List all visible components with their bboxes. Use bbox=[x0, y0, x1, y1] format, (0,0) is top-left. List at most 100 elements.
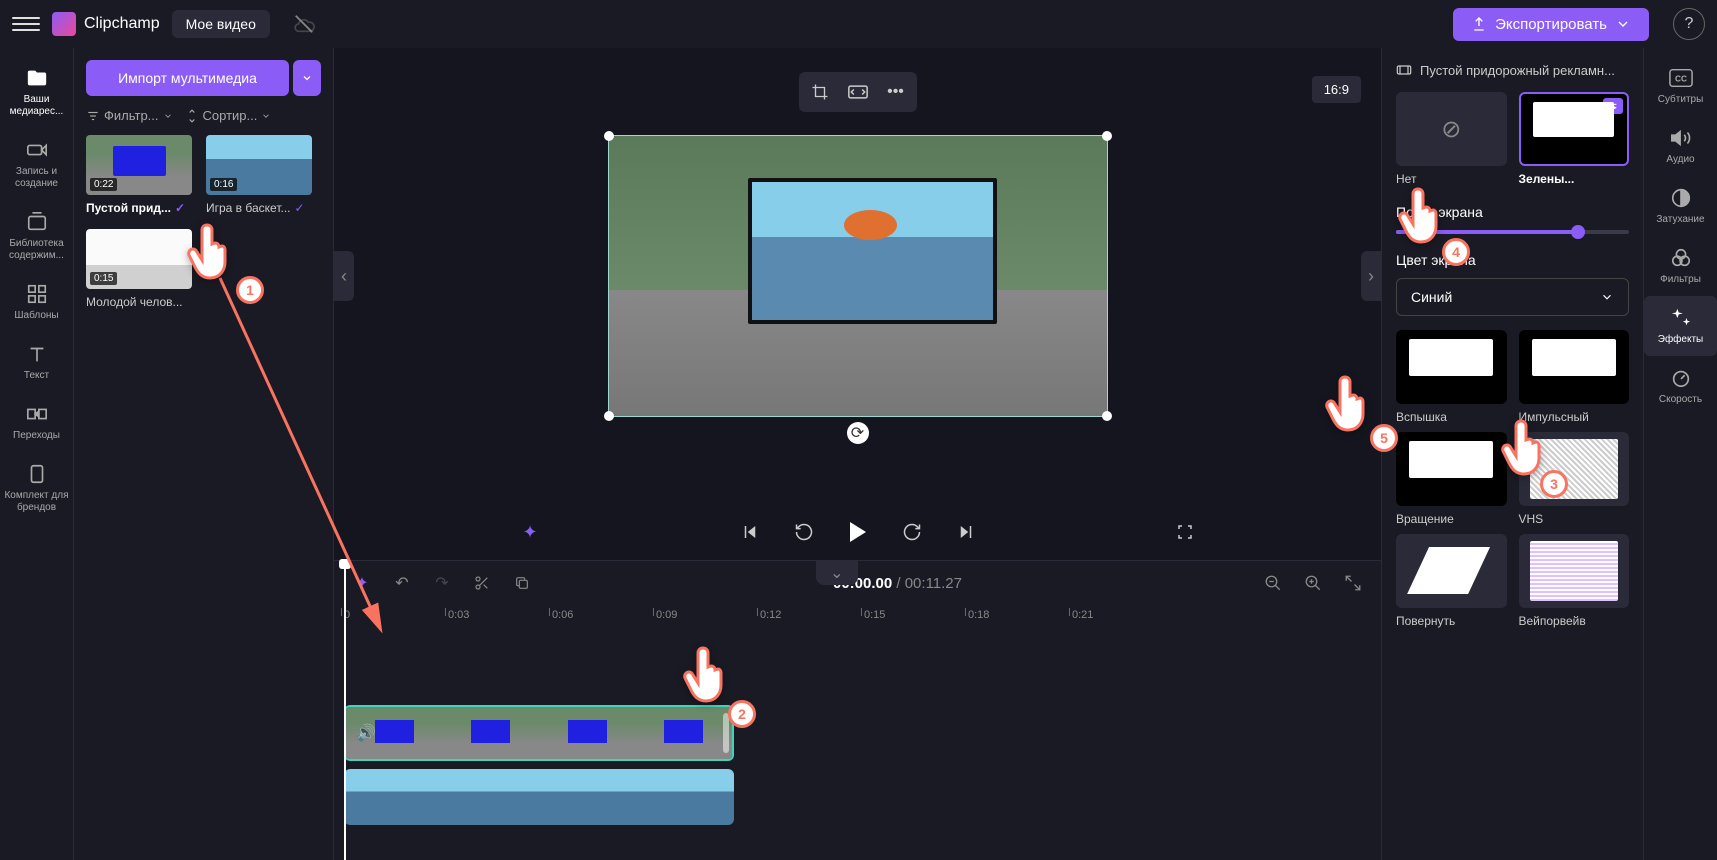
tab-audio[interactable]: Аудио bbox=[1644, 116, 1717, 176]
audio-icon bbox=[1669, 126, 1693, 150]
menu-button[interactable] bbox=[12, 10, 40, 38]
screen-color-label: Цвет экрана bbox=[1396, 252, 1629, 268]
filters-icon bbox=[1669, 246, 1693, 270]
panel-collapse-left[interactable]: ‹ bbox=[334, 251, 354, 301]
effect-spin[interactable] bbox=[1396, 432, 1507, 506]
tab-effects[interactable]: Эффекты bbox=[1644, 296, 1717, 356]
timeline: ⌄ ✦ ↶ ↷ 00:00.00 / 00:11.27 0 0:03 0:06 … bbox=[334, 560, 1381, 860]
library-icon bbox=[25, 210, 49, 234]
tab-filters[interactable]: Фильтры bbox=[1644, 236, 1717, 296]
right-sidebar: CC Субтитры Аудио Затухание Фильтры Эффе… bbox=[1643, 48, 1717, 860]
zoom-in-button[interactable] bbox=[1301, 571, 1325, 595]
media-item-basketball[interactable]: 0:16 Игра в баскет...✓ bbox=[206, 135, 312, 215]
fit-button[interactable] bbox=[841, 76, 875, 108]
more-button[interactable]: ••• bbox=[879, 76, 913, 108]
media-panel: Импорт мультимедиа Фильтр... Сортир... 0… bbox=[74, 48, 334, 860]
effect-pulse[interactable] bbox=[1519, 330, 1630, 404]
resize-handle[interactable] bbox=[1102, 411, 1112, 421]
effect-flash[interactable] bbox=[1396, 330, 1507, 404]
tab-fade[interactable]: Затухание bbox=[1644, 176, 1717, 236]
clip-audio-icon: 🔊 bbox=[356, 723, 376, 743]
camera-icon bbox=[25, 138, 49, 162]
effect-vhs[interactable] bbox=[1519, 432, 1630, 506]
center-area: ‹ › ••• 16:9 ⟳ ✦ bbox=[334, 48, 1381, 860]
folder-icon bbox=[25, 66, 49, 90]
app-header: Clipchamp Мое видео Экспортировать ? bbox=[0, 0, 1717, 48]
track-video-bottom bbox=[344, 769, 1371, 825]
tab-subtitles[interactable]: CC Субтитры bbox=[1644, 56, 1717, 116]
resize-handle[interactable] bbox=[1102, 131, 1112, 141]
resize-handle[interactable] bbox=[604, 131, 614, 141]
screen-color-dropdown[interactable]: Синий bbox=[1396, 278, 1629, 316]
nav-library[interactable]: Библиотека содержим... bbox=[0, 200, 73, 272]
transitions-icon bbox=[25, 402, 49, 426]
redo-button[interactable]: ↷ bbox=[430, 571, 454, 595]
effects-icon bbox=[1669, 306, 1693, 330]
media-grid: 0:22 Пустой прид...✓ 0:16 Игра в баскет.… bbox=[86, 135, 321, 309]
effects-panel: Пустой придорожный рекламн... ⊘ Нет Зеле… bbox=[1381, 48, 1643, 860]
templates-icon bbox=[25, 282, 49, 306]
skip-start-button[interactable] bbox=[734, 516, 766, 548]
split-button[interactable] bbox=[470, 571, 494, 595]
filter-dropdown[interactable]: Фильтр... bbox=[86, 108, 173, 123]
preview-toolbar: ••• bbox=[799, 72, 917, 112]
sort-dropdown[interactable]: Сортир... bbox=[185, 108, 272, 123]
resize-handle[interactable] bbox=[604, 411, 614, 421]
tab-speed[interactable]: Скорость bbox=[1644, 356, 1717, 416]
brand-icon bbox=[25, 462, 49, 486]
play-button[interactable] bbox=[842, 516, 874, 548]
video-preview[interactable]: ⟳ bbox=[608, 135, 1108, 417]
ai-enhance-button[interactable]: ✦ bbox=[514, 516, 546, 548]
timeline-collapse[interactable]: ⌄ bbox=[816, 561, 857, 585]
fullscreen-button[interactable] bbox=[1169, 516, 1201, 548]
clip-trim-handle[interactable] bbox=[723, 713, 729, 753]
app-logo[interactable]: Clipchamp bbox=[52, 12, 160, 36]
rotate-handle[interactable]: ⟳ bbox=[847, 422, 869, 444]
nav-templates[interactable]: Шаблоны bbox=[0, 272, 73, 332]
panel-collapse-right[interactable]: › bbox=[1361, 251, 1381, 301]
nav-transitions[interactable]: Переходы bbox=[0, 392, 73, 452]
settings-badge-icon[interactable] bbox=[1603, 98, 1623, 114]
effect-vaporwave[interactable] bbox=[1519, 534, 1630, 608]
undo-button[interactable]: ↶ bbox=[390, 571, 414, 595]
media-item-laptop[interactable]: 0:15 Молодой челов... bbox=[86, 229, 192, 309]
clip-billboard[interactable]: 🔊 bbox=[344, 705, 734, 761]
preset-none[interactable]: ⊘ bbox=[1396, 92, 1507, 166]
rewind-button[interactable] bbox=[788, 516, 820, 548]
threshold-slider[interactable] bbox=[1396, 230, 1629, 234]
zoom-fit-button[interactable] bbox=[1341, 571, 1365, 595]
export-button[interactable]: Экспортировать bbox=[1453, 8, 1649, 41]
speed-icon bbox=[1669, 366, 1693, 390]
nav-record[interactable]: Запись и создание bbox=[0, 128, 73, 200]
video-title-input[interactable]: Мое видео bbox=[172, 10, 270, 38]
fade-icon bbox=[1669, 186, 1693, 210]
cc-icon: CC bbox=[1669, 66, 1693, 90]
used-check-icon: ✓ bbox=[175, 201, 185, 215]
import-media-button[interactable]: Импорт мультимедиа bbox=[86, 60, 289, 96]
threshold-label: Порог экрана bbox=[1396, 204, 1629, 220]
preset-green-screen[interactable] bbox=[1519, 92, 1630, 166]
preview-area: ‹ › ••• 16:9 ⟳ bbox=[334, 48, 1381, 504]
copy-button[interactable] bbox=[510, 571, 534, 595]
import-dropdown-button[interactable] bbox=[293, 60, 321, 96]
left-sidebar: Ваши медиарес... Запись и создание Библи… bbox=[0, 48, 74, 860]
ai-timeline-button[interactable]: ✦ bbox=[350, 571, 374, 595]
svg-text:CC: CC bbox=[1675, 74, 1687, 84]
aspect-ratio-selector[interactable]: 16:9 bbox=[1312, 76, 1361, 103]
help-button[interactable]: ? bbox=[1673, 8, 1705, 40]
skip-end-button[interactable] bbox=[950, 516, 982, 548]
clip-basketball[interactable] bbox=[344, 769, 734, 825]
zoom-out-button[interactable] bbox=[1261, 571, 1285, 595]
nav-your-media[interactable]: Ваши медиарес... bbox=[0, 56, 73, 128]
nav-text[interactable]: Текст bbox=[0, 332, 73, 392]
effect-rotate[interactable] bbox=[1396, 534, 1507, 608]
timeline-ruler[interactable]: 0 0:03 0:06 0:09 0:12 0:15 0:18 0:21 bbox=[334, 605, 1381, 629]
track-video-top: 🔊 bbox=[344, 705, 1371, 761]
media-item-billboard[interactable]: 0:22 Пустой прид...✓ bbox=[86, 135, 192, 215]
used-check-icon: ✓ bbox=[295, 201, 305, 215]
playhead[interactable] bbox=[344, 561, 346, 860]
crop-button[interactable] bbox=[803, 76, 837, 108]
cloud-sync-off-icon[interactable] bbox=[290, 10, 318, 38]
forward-button[interactable] bbox=[896, 516, 928, 548]
nav-brand-kit[interactable]: Комплект для брендов bbox=[0, 452, 73, 524]
